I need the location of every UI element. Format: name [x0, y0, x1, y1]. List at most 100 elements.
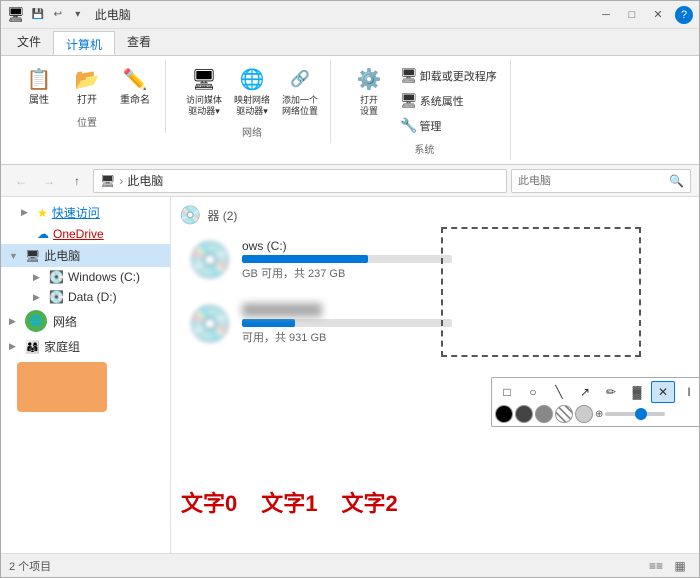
- winc-icon: 💽: [49, 270, 64, 284]
- datad-icon: 💽: [49, 290, 64, 304]
- network-group-label: 网络: [242, 124, 262, 139]
- search-input[interactable]: [518, 175, 665, 187]
- bottom-label-2: 文字2: [342, 486, 398, 518]
- drive-c-name: ows (C:): [242, 239, 452, 253]
- drive-c-item[interactable]: 💿 ows (C:) GB 可用，共 237 GB: [179, 232, 459, 288]
- system-props-button[interactable]: 🖥 系统属性: [395, 89, 502, 112]
- bottom-labels: 文字0 文字1 文字2: [181, 486, 398, 518]
- color-dark[interactable]: [515, 405, 533, 423]
- minimize-button[interactable]: ─: [593, 3, 619, 27]
- access-media-button[interactable]: 🖥 访问媒体驱动器▾: [182, 60, 226, 120]
- address-pc-icon: 🖥: [100, 174, 115, 188]
- ribbon-content: 📋 属性 📂 打开 ✏️ 重命名 位置: [1, 55, 699, 164]
- uninstall-icon: 🖥: [400, 67, 418, 84]
- main-content: ▶ ★ 快速访问 ☁ OneDrive ▼ 🖥 此电脑 ▶ 💽 Windows …: [1, 197, 699, 553]
- forward-button[interactable]: →: [37, 169, 61, 193]
- ann-line-btn[interactable]: ╲: [547, 381, 571, 403]
- sidebar-item-onedrive[interactable]: ☁ OneDrive: [1, 224, 170, 244]
- qa-dropdown-btn[interactable]: ▾: [69, 6, 87, 24]
- ann-crop-btn[interactable]: ✕: [651, 381, 675, 403]
- drive-c-info: ows (C:) GB 可用，共 237 GB: [242, 239, 452, 281]
- annotation-row-colors: ⊕: [495, 405, 699, 423]
- back-button[interactable]: ←: [9, 169, 33, 193]
- size-slider[interactable]: [605, 412, 665, 416]
- search-icon: 🔍: [669, 174, 684, 188]
- drive-d-icon: 💿: [186, 304, 234, 344]
- ribbon-group-network: 🖥 访问媒体驱动器▾ 🌐 映射网络驱动器▾ 🔗 添加一个网络位置 网络: [174, 60, 331, 143]
- homegroup-icon: 👨‍👩‍👧: [25, 340, 40, 354]
- add-network-button[interactable]: 🔗 添加一个网络位置: [278, 60, 322, 120]
- drive-c-icon: 💿: [186, 240, 234, 280]
- drives-grid: 💿 ows (C:) GB 可用，共 237 GB 💿: [179, 232, 691, 352]
- rename-button[interactable]: ✏️ 重命名: [113, 60, 157, 110]
- star-icon: ★: [37, 206, 48, 220]
- sidebar-item-this-pc[interactable]: ▼ 🖥 此电脑: [1, 244, 170, 267]
- ann-highlight-btn[interactable]: ▓: [625, 381, 649, 403]
- up-button[interactable]: ↑: [65, 169, 89, 193]
- location-group-label: 位置: [77, 114, 97, 129]
- settings-label: 打开设置: [360, 95, 378, 117]
- thispc-label: 此电脑: [44, 247, 80, 264]
- help-button[interactable]: ?: [675, 6, 693, 24]
- view-large-icons-button[interactable]: ▦: [669, 557, 691, 575]
- qa-save-btn[interactable]: 💾: [29, 6, 47, 24]
- search-box[interactable]: 🔍: [511, 169, 691, 193]
- window-controls: ─ □ ✕: [593, 3, 671, 27]
- color-hatch[interactable]: [555, 405, 573, 423]
- ann-rect-btn[interactable]: □: [495, 381, 519, 403]
- drive-d-space: 可用，共 931 GB: [242, 329, 452, 345]
- title-bar: 🖥 💾 ↩ ▾ 此电脑 ─ □ ✕ ?: [1, 1, 699, 29]
- sidebar-item-network[interactable]: ▶ 🌐 网络: [1, 307, 170, 335]
- properties-button[interactable]: 📋 属性: [17, 60, 61, 110]
- sidebar-item-data-d[interactable]: ▶ 💽 Data (D:): [1, 287, 170, 307]
- tab-view[interactable]: 查看: [115, 29, 163, 55]
- bottom-label-1: 文字1: [261, 486, 317, 518]
- manage-icon: 🔧: [400, 117, 417, 134]
- sidebar-item-quick-access[interactable]: ▶ ★ 快速访问: [1, 201, 170, 224]
- open-button[interactable]: 📂 打开: [65, 60, 109, 110]
- drive-d-bar-container: [242, 319, 452, 327]
- open-settings-button[interactable]: ⚙️ 打开设置: [347, 60, 391, 120]
- size-icon: ⊕: [595, 409, 603, 420]
- map-drive-label: 映射网络驱动器▾: [234, 95, 270, 117]
- open-icon: 📂: [71, 63, 103, 95]
- annotation-row-tools: □ ○ ╲ ↗ ✏ ▓ ✕ I ◈ ↩ ↪ 💾 ✓: [495, 381, 699, 403]
- view-details-button[interactable]: ≡≡: [645, 557, 667, 575]
- annotation-toolbar: □ ○ ╲ ↗ ✏ ▓ ✕ I ◈ ↩ ↪ 💾 ✓: [491, 377, 699, 427]
- address-bar[interactable]: 🖥 › 此电脑: [93, 169, 507, 193]
- close-button[interactable]: ✕: [645, 3, 671, 27]
- sidebar-item-windows-c[interactable]: ▶ 💽 Windows (C:): [1, 267, 170, 287]
- color-light[interactable]: [575, 405, 593, 423]
- access-media-icon: 🖥: [188, 63, 220, 95]
- address-pc-label: 此电脑: [127, 172, 163, 189]
- tab-file[interactable]: 文件: [5, 29, 53, 55]
- rename-label: 重命名: [120, 95, 150, 107]
- ann-text-btn[interactable]: I: [677, 381, 699, 403]
- datad-expand-icon: ▶: [33, 292, 45, 303]
- color-gray[interactable]: [535, 405, 553, 423]
- drives-header-label: 器 (2): [207, 207, 237, 224]
- onedrive-label: OneDrive: [53, 227, 104, 241]
- drive-d-info: 可用，共 931 GB: [242, 303, 452, 345]
- ann-pen-btn[interactable]: ✏: [599, 381, 623, 403]
- uninstall-button[interactable]: 🖥 卸载或更改程序: [395, 64, 502, 87]
- map-drive-icon: 🌐: [236, 63, 268, 95]
- drive-d-item[interactable]: 💿 可用，共 931 GB: [179, 296, 459, 352]
- ann-arrow-btn[interactable]: ↗: [573, 381, 597, 403]
- winc-expand-icon: ▶: [33, 272, 45, 283]
- settings-icon: ⚙️: [353, 63, 385, 95]
- network-icon: 🌐: [25, 310, 47, 332]
- tab-computer[interactable]: 计算机: [53, 31, 115, 55]
- sidebar: ▶ ★ 快速访问 ☁ OneDrive ▼ 🖥 此电脑 ▶ 💽 Windows …: [1, 197, 171, 553]
- ann-ellipse-btn[interactable]: ○: [521, 381, 545, 403]
- drive-c-bar-container: [242, 255, 452, 263]
- access-media-label: 访问媒体驱动器▾: [186, 95, 222, 117]
- system-props-label: 系统属性: [420, 93, 464, 109]
- maximize-button[interactable]: □: [619, 3, 645, 27]
- manage-button[interactable]: 🔧 管理: [395, 114, 502, 137]
- sidebar-item-homegroup[interactable]: ▶ 👨‍👩‍👧 家庭组: [1, 335, 170, 358]
- homegroup-label: 家庭组: [44, 338, 80, 355]
- color-black[interactable]: [495, 405, 513, 423]
- qa-undo-btn[interactable]: ↩: [49, 6, 67, 24]
- map-drive-button[interactable]: 🌐 映射网络驱动器▾: [230, 60, 274, 120]
